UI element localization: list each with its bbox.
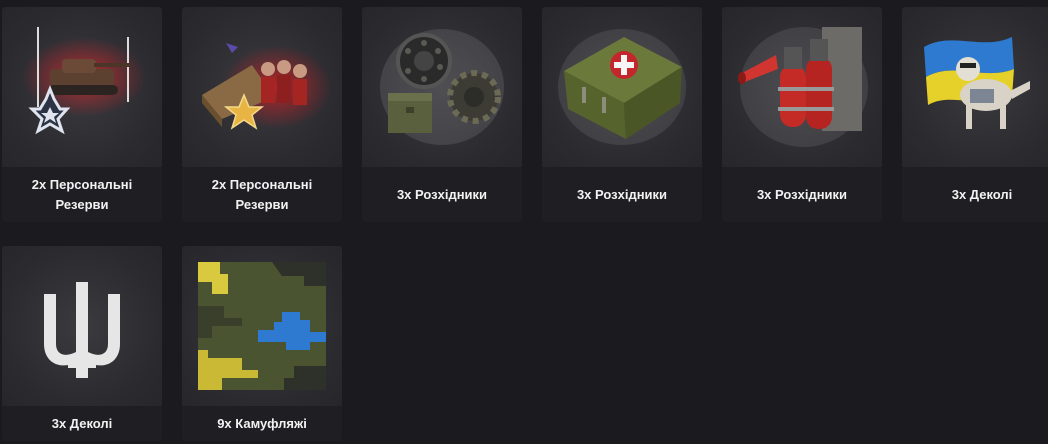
reward-image: [182, 7, 342, 167]
camouflage-pattern-icon: [198, 262, 326, 390]
reward-image: [542, 7, 702, 167]
reward-image: [902, 7, 1048, 167]
personal-reserve-crew-star-icon: [202, 43, 332, 130]
reward-label: 2х Персональні Резерви: [2, 167, 162, 222]
reward-image: [182, 246, 342, 406]
reward-label: 3х Деколі: [902, 167, 1048, 222]
reward-image: [2, 246, 162, 406]
reward-image: [2, 7, 162, 167]
reward-card-personal-reserve-1[interactable]: 2х Персональні Резерви: [2, 7, 162, 222]
rewards-grid: 2х Персональні Резерви 2х Персональні Ре…: [0, 0, 1048, 444]
consumables-fire-extinguisher-icon: [738, 27, 868, 147]
reward-label: 9х Камуфляжі: [182, 406, 342, 441]
reward-label: 3х Розхідники: [362, 167, 522, 222]
reward-image: [722, 7, 882, 167]
reward-card-consumables-3[interactable]: 3х Розхідники: [722, 7, 882, 222]
reward-image: [362, 7, 522, 167]
reward-label: 2х Персональні Резерви: [182, 167, 342, 222]
reward-card-consumables-1[interactable]: 3х Розхідники: [362, 7, 522, 222]
reward-card-decals-1[interactable]: 3х Деколі: [902, 7, 1048, 222]
consumables-first-aid-kit-icon: [558, 29, 686, 145]
decal-trident-icon: [44, 282, 120, 378]
reward-label: 3х Розхідники: [722, 167, 882, 222]
reward-card-decals-2[interactable]: 3х Деколі: [2, 246, 162, 441]
reward-card-camouflage[interactable]: 9х Камуфляжі: [182, 246, 342, 441]
reward-card-consumables-2[interactable]: 3х Розхідники: [542, 7, 702, 222]
decal-dog-flag-icon: [924, 37, 1030, 129]
consumables-wheel-track-icon: [380, 29, 504, 145]
personal-reserve-tank-star-icon: [22, 27, 146, 135]
reward-label: 3х Деколі: [2, 406, 162, 441]
reward-card-personal-reserve-2[interactable]: 2х Персональні Резерви: [182, 7, 342, 222]
reward-label: 3х Розхідники: [542, 167, 702, 222]
